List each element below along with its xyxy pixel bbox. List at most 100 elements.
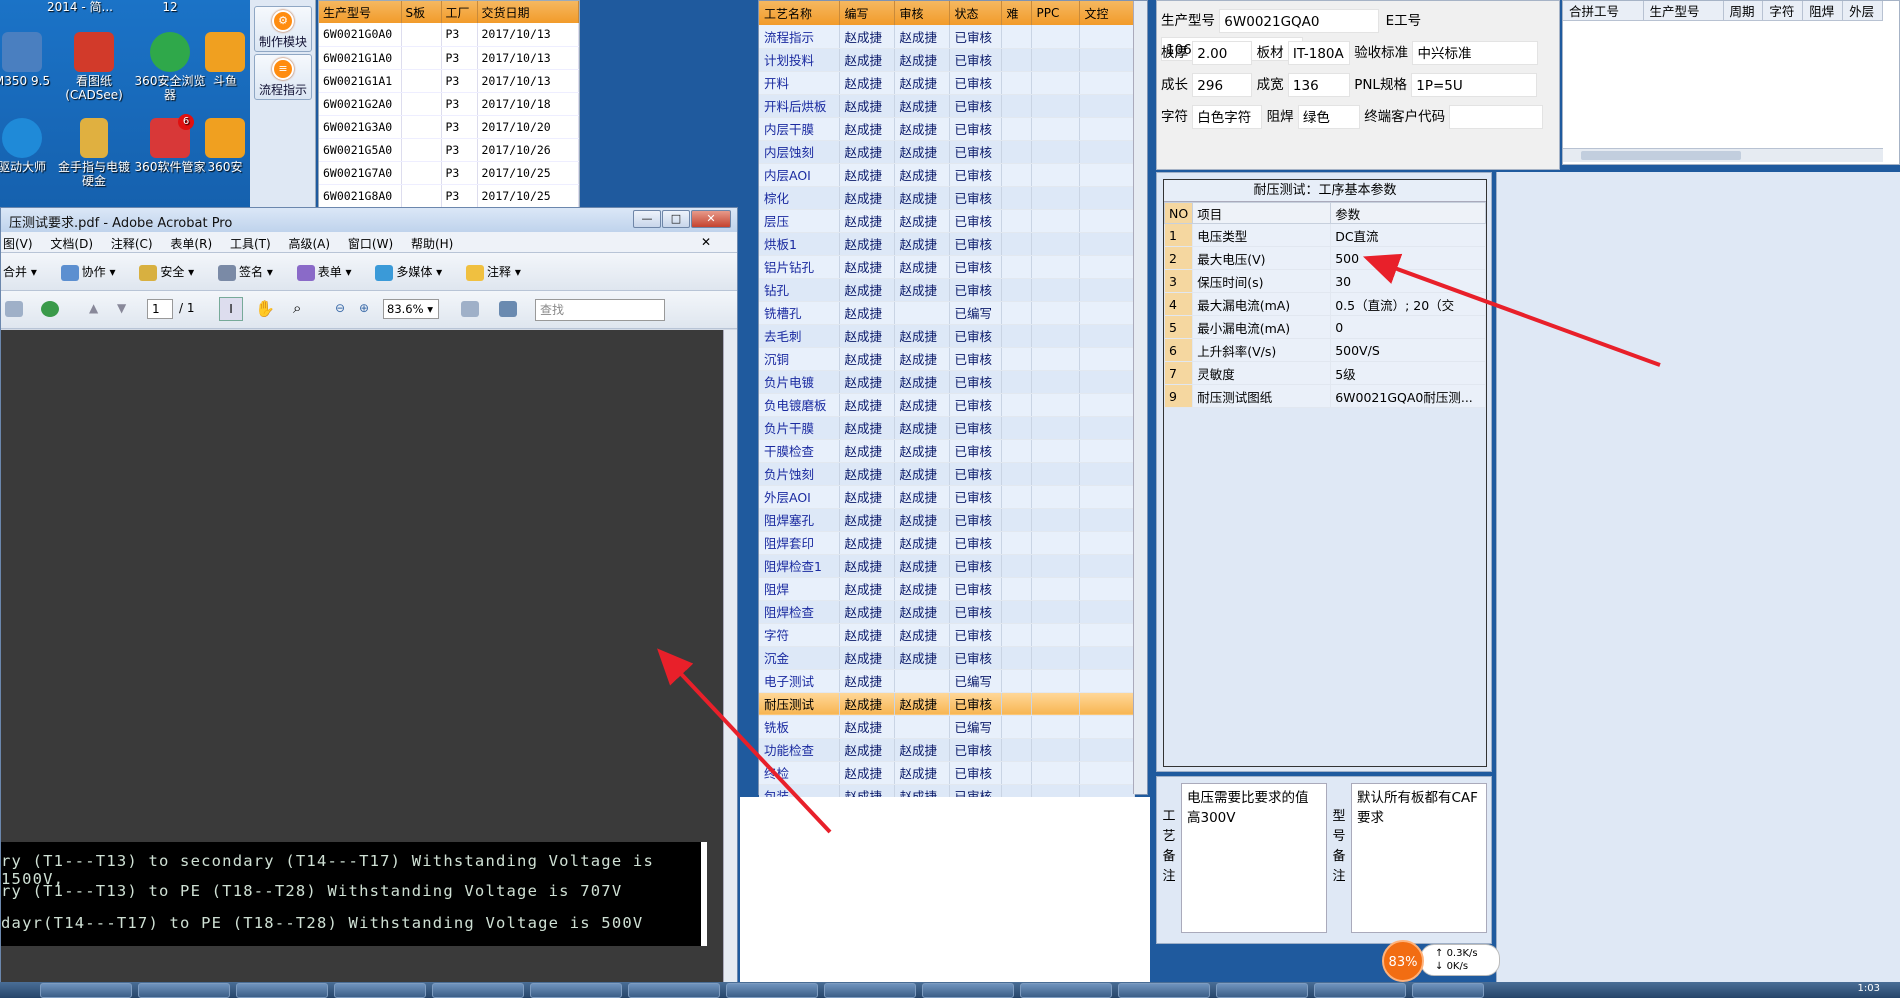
desktop-icon[interactable]: 6 360软件管家 (130, 114, 210, 174)
process-row[interactable]: 阻焊套印 赵成捷 赵成捷 已审核 (759, 531, 1135, 555)
desktop-icon[interactable]: 12 (130, 0, 210, 14)
menu-tools[interactable]: 工具(T) (230, 237, 271, 251)
vertical-scrollbar[interactable] (723, 330, 737, 998)
col-difficulty[interactable]: 难 (1001, 1, 1032, 25)
col-merge-no[interactable]: 合拼工号 (1563, 1, 1644, 21)
col-merge-outer[interactable]: 外层 (1842, 1, 1883, 21)
standard-field[interactable]: 中兴标准 (1412, 41, 1539, 65)
menu-document[interactable]: 文档(D) (50, 237, 93, 251)
find-input[interactable]: 查找 (535, 299, 665, 321)
process-row[interactable]: 烘板1 赵成捷 赵成捷 已审核 (759, 232, 1135, 256)
fit-page-icon[interactable] (461, 301, 479, 317)
width-field[interactable]: 136 (1287, 73, 1350, 97)
process-row[interactable]: 沉金 赵成捷 赵成捷 已审核 (759, 646, 1135, 670)
param-row[interactable]: 9 耐压测试图纸 6W0021GQA0耐压测... (1163, 384, 1486, 408)
forms-button[interactable]: 表单 ▾ (296, 264, 362, 281)
process-row[interactable]: 负电镀磨板 赵成捷 赵成捷 已审核 (759, 393, 1135, 417)
col-merge-cycle[interactable]: 周期 (1723, 1, 1764, 21)
desktop-icon[interactable]: 360安 (200, 118, 250, 174)
taskbar-button[interactable] (1412, 983, 1484, 998)
globe-icon[interactable] (41, 301, 59, 317)
zoom-out-icon[interactable]: ⊖ (335, 301, 345, 315)
desktop-icon[interactable]: 斗鱼 (200, 32, 250, 88)
process-row[interactable]: 阻焊检查1 赵成捷 赵成捷 已审核 (759, 554, 1135, 578)
param-row[interactable]: 2 最大电压(V) 500 (1163, 246, 1486, 270)
process-row[interactable]: 内层干膜 赵成捷 赵成捷 已审核 (759, 117, 1135, 141)
col-model[interactable]: 生产型号 (319, 1, 402, 23)
zoom-in-icon[interactable]: ⊕ (359, 301, 369, 315)
col-item[interactable]: 项目 (1192, 202, 1332, 224)
taskbar-button[interactable] (628, 983, 720, 998)
process-row[interactable]: 计划投料 赵成捷 赵成捷 已审核 (759, 48, 1135, 72)
make-module-button[interactable]: ⚙ 制作模块 (254, 6, 312, 52)
sign-button[interactable]: 签名 ▾ (218, 264, 283, 281)
taskbar-button[interactable] (334, 983, 426, 998)
param-row[interactable]: 5 最小漏电流(mA) 0 (1163, 315, 1486, 339)
process-row[interactable]: 阻焊塞孔 赵成捷 赵成捷 已审核 (759, 508, 1135, 532)
process-row[interactable]: 阻焊 赵成捷 赵成捷 已审核 (759, 577, 1135, 601)
doc-close-icon[interactable]: ✕ (701, 235, 711, 249)
param-row[interactable]: 3 保压时间(s) 30 (1163, 269, 1486, 293)
process-row[interactable]: 铣槽孔 赵成捷 已编写 (759, 301, 1135, 325)
desktop-icon[interactable]: M350 9.5 (0, 32, 62, 88)
process-remark-field[interactable]: 电压需要比要求的值高300V (1181, 783, 1327, 933)
length-field[interactable]: 296 (1192, 73, 1253, 97)
taskbar-button[interactable] (530, 983, 622, 998)
col-reviewer[interactable]: 审核 (894, 1, 950, 25)
desktop-icon[interactable]: 驱动大师 (0, 118, 62, 174)
collaborate-button[interactable]: 协作 ▾ (60, 264, 126, 281)
menu-forms[interactable]: 表单(R) (170, 237, 212, 251)
multimedia-button[interactable]: 多媒体 ▾ (375, 264, 452, 281)
param-row[interactable]: 1 电压类型 DC直流 (1163, 223, 1486, 247)
process-row[interactable]: 干膜检查 赵成捷 赵成捷 已审核 (759, 439, 1135, 463)
fullscreen-icon[interactable] (499, 301, 517, 317)
col-doc-control[interactable]: 文控 (1079, 1, 1135, 25)
process-row[interactable]: 铣板 赵成捷 已编写 (759, 715, 1135, 739)
col-no[interactable]: NO (1163, 202, 1194, 224)
col-merge-model[interactable]: 生产型号 (1643, 1, 1724, 21)
table-row[interactable]: 6W0021G2A0 P3 2017/10/18 (319, 92, 579, 116)
network-speed-widget[interactable]: ↑ 0.3K/s ↓ 0K/s 83% (1382, 940, 1508, 982)
desktop-icon[interactable]: 金手指与电镀硬金 (54, 118, 134, 188)
minimize-button[interactable]: — (633, 210, 661, 228)
taskbar-button[interactable] (40, 983, 132, 998)
param-row[interactable]: 6 上升斜率(V/s) 500V/S (1163, 338, 1486, 362)
taskbar-button[interactable] (1020, 983, 1112, 998)
col-process-name[interactable]: 工艺名称 (759, 1, 840, 25)
taskbar-button[interactable] (138, 983, 230, 998)
process-row[interactable]: 负片干膜 赵成捷 赵成捷 已审核 (759, 416, 1135, 440)
flow-guide-button[interactable]: ≡ 流程指示 (254, 54, 312, 100)
process-row[interactable]: 字符 赵成捷 赵成捷 已审核 (759, 623, 1135, 647)
col-merge-mask[interactable]: 阻焊 (1802, 1, 1844, 21)
taskbar-button[interactable] (922, 983, 1014, 998)
menu-window[interactable]: 窗口(W) (348, 237, 393, 251)
process-row[interactable]: 钻孔 赵成捷 赵成捷 已审核 (759, 278, 1135, 302)
col-merge-legend[interactable]: 字符 (1762, 1, 1804, 21)
security-button[interactable]: 安全 ▾ (139, 264, 204, 281)
process-row[interactable]: 沉铜 赵成捷 赵成捷 已审核 (759, 347, 1135, 371)
process-row[interactable]: 外层AOI 赵成捷 赵成捷 已审核 (759, 485, 1135, 509)
page-number-input[interactable]: 1 (147, 299, 173, 319)
menu-comment[interactable]: 注释(C) (111, 237, 153, 251)
col-status[interactable]: 状态 (949, 1, 1002, 25)
clock[interactable]: 1:03 (1858, 983, 1880, 994)
process-row[interactable]: 开料后烘板 赵成捷 赵成捷 已审核 (759, 94, 1135, 118)
table-row[interactable]: 6W0021G7A0 P3 2017/10/25 (319, 161, 579, 185)
desktop-icon[interactable]: 2014 - 简... (40, 0, 120, 14)
col-s-board[interactable]: S板 (401, 1, 442, 23)
process-row[interactable]: 内层蚀刻 赵成捷 赵成捷 已审核 (759, 140, 1135, 164)
table-row[interactable]: 6W0021G8A0 P3 2017/10/25 (319, 184, 579, 208)
process-row[interactable]: 终检 赵成捷 赵成捷 已审核 (759, 761, 1135, 785)
col-factory[interactable]: 工厂 (441, 1, 478, 23)
horizontal-scrollbar[interactable] (1563, 148, 1883, 162)
taskbar-button[interactable] (1314, 983, 1406, 998)
acrobat-title-bar[interactable]: 压测试要求.pdf - Adobe Acrobat Pro — □ ✕ (1, 208, 737, 232)
process-row[interactable]: 层压 赵成捷 赵成捷 已审核 (759, 209, 1135, 233)
taskbar-button[interactable] (432, 983, 524, 998)
material-field[interactable]: IT-180A (1287, 41, 1350, 65)
taskbar-button[interactable] (1216, 983, 1308, 998)
combine-button[interactable]: 合并 ▾ (3, 265, 47, 279)
process-row[interactable]: 阻焊检查 赵成捷 赵成捷 已审核 (759, 600, 1135, 624)
table-row[interactable]: 6W0021G3A0 P3 2017/10/20 (319, 115, 579, 139)
process-row[interactable]: 铝片钻孔 赵成捷 赵成捷 已审核 (759, 255, 1135, 279)
